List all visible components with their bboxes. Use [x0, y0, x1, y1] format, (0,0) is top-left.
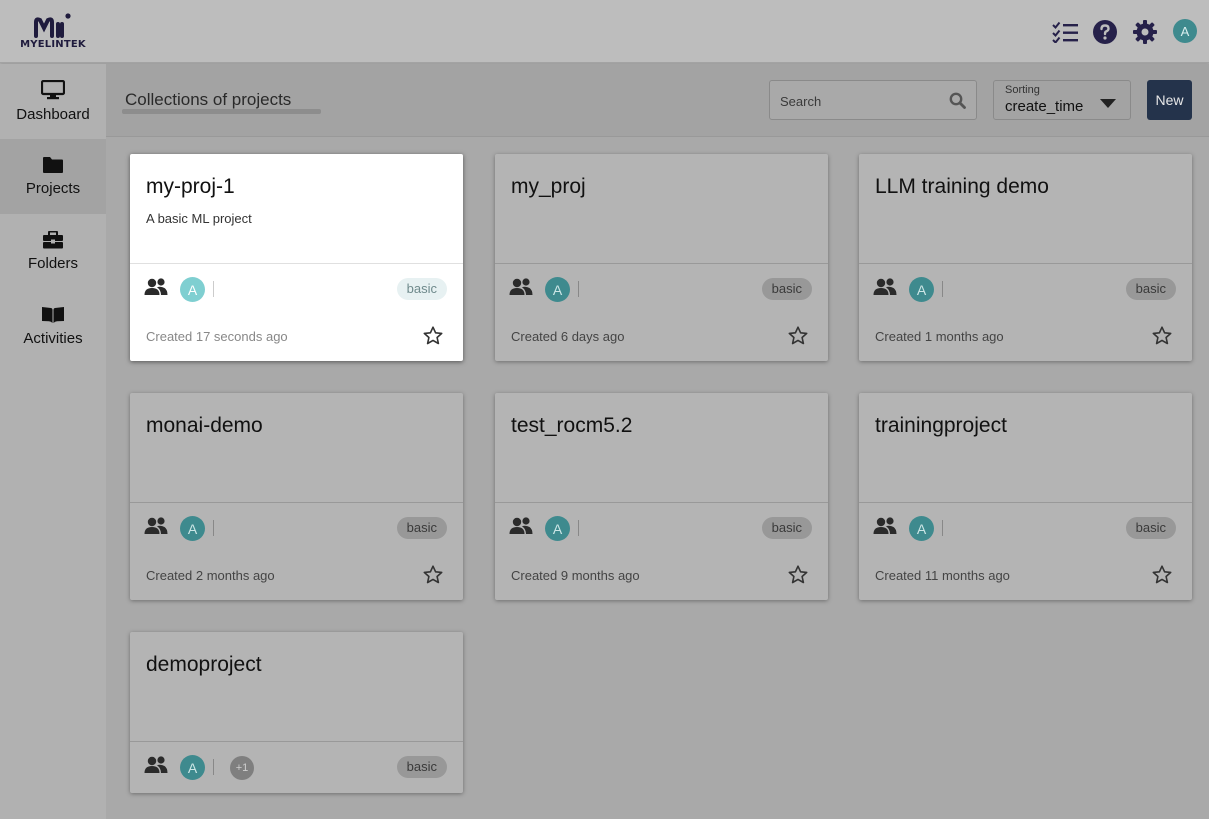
divider — [578, 281, 579, 297]
new-project-button[interactable]: New — [1147, 80, 1192, 120]
settings-icon[interactable] — [1132, 19, 1158, 45]
sidebar-item-projects[interactable]: Projects — [0, 139, 106, 214]
sidebar-item-label: Activities — [23, 330, 83, 347]
project-card[interactable]: my_proj Abasic Created 6 days ago — [495, 154, 828, 361]
main-content: Collections of projects Sorting create_t… — [106, 64, 1209, 819]
members-icon[interactable] — [509, 516, 533, 541]
sidebar-item-label: Folders — [27, 255, 79, 272]
member-avatar[interactable]: A — [180, 277, 205, 302]
project-card[interactable]: demoproject A +1 basic — [130, 632, 463, 793]
star-icon[interactable] — [788, 326, 808, 350]
sidebar-item-label: Dashboard — [16, 106, 90, 123]
card-header: LLM training demo — [859, 154, 1192, 264]
project-card[interactable]: trainingproject Abasic Created 11 months a… — [859, 393, 1192, 600]
project-type-badge: basic — [761, 278, 812, 300]
extra-members-badge[interactable]: +1 — [230, 756, 254, 780]
member-avatar[interactable]: A — [180, 755, 205, 780]
toolbox-icon — [43, 231, 63, 249]
myelintek-logo[interactable]: MYELINTEK — [18, 12, 88, 52]
book-icon — [42, 307, 64, 323]
created-time: Created 17 seconds ago — [146, 329, 288, 344]
sort-value: create_time — [1005, 98, 1084, 115]
project-card[interactable]: my-proj-1 A basic ML project Abasic Created… — [130, 154, 463, 361]
members-icon[interactable] — [144, 755, 168, 780]
search-input[interactable] — [780, 91, 940, 111]
members-icon[interactable] — [144, 516, 168, 541]
members-icon[interactable] — [873, 277, 897, 302]
project-card[interactable]: test_rocm5.2 Abasic Created 9 months ago — [495, 393, 828, 600]
project-title[interactable]: test_rocm5.2 — [511, 414, 632, 438]
members-icon[interactable] — [509, 277, 533, 302]
divider — [213, 281, 214, 297]
project-type-badge: basic — [396, 517, 447, 539]
title-underline — [122, 109, 321, 114]
project-card[interactable]: LLM training demo Abasic Created 1 months … — [859, 154, 1192, 361]
page-toolbar: Collections of projects Sorting create_t… — [106, 64, 1209, 137]
sort-label: Sorting — [1005, 84, 1040, 96]
folder-icon — [43, 157, 63, 173]
sidebar-item-label: Projects — [25, 180, 81, 197]
created-time: Created 11 months ago — [875, 568, 1010, 583]
project-title[interactable]: monai-demo — [146, 414, 263, 438]
tasks-icon[interactable] — [1052, 19, 1078, 45]
card-header: demoproject — [130, 632, 463, 742]
project-type-badge: basic — [1125, 517, 1176, 539]
logo-text: MYELINTEK — [20, 39, 86, 50]
project-title[interactable]: my-proj-1 — [146, 175, 235, 199]
member-avatar[interactable]: A — [909, 277, 934, 302]
card-header: my_proj — [495, 154, 828, 264]
project-type-badge: basic — [761, 517, 812, 539]
project-description: A basic ML project — [146, 211, 252, 226]
created-time: Created 6 days ago — [511, 329, 625, 344]
members-icon[interactable] — [873, 516, 897, 541]
sidebar-item-dashboard[interactable]: Dashboard — [0, 64, 106, 139]
sidebar-item-folders[interactable]: Folders — [0, 214, 106, 289]
member-avatar[interactable]: A — [180, 516, 205, 541]
user-avatar[interactable]: A — [1173, 19, 1197, 43]
project-card[interactable]: monai-demo Abasic Created 2 months ago — [130, 393, 463, 600]
member-avatar[interactable]: A — [545, 516, 570, 541]
divider — [213, 520, 214, 536]
top-header: MYELINTEK A — [0, 0, 1209, 63]
created-time: Created 1 months ago — [875, 329, 1004, 344]
card-header: test_rocm5.2 — [495, 393, 828, 503]
project-title[interactable]: trainingproject — [875, 414, 1007, 438]
sort-select[interactable]: Sorting create_time — [993, 80, 1131, 120]
project-title[interactable]: demoproject — [146, 653, 262, 677]
star-icon[interactable] — [423, 565, 443, 589]
project-type-badge: basic — [396, 278, 447, 300]
project-type-badge: basic — [396, 756, 447, 778]
search-box[interactable] — [769, 80, 977, 120]
star-icon[interactable] — [1152, 565, 1172, 589]
chevron-down-icon — [1100, 96, 1116, 114]
project-title[interactable]: LLM training demo — [875, 175, 1049, 199]
project-title[interactable]: my_proj — [511, 175, 586, 199]
member-avatar[interactable]: A — [909, 516, 934, 541]
divider — [942, 520, 943, 536]
card-header: monai-demo — [130, 393, 463, 503]
card-header: my-proj-1 A basic ML project — [130, 154, 463, 264]
created-time: Created 2 months ago — [146, 568, 275, 583]
page-title: Collections of projects — [125, 90, 292, 109]
star-icon[interactable] — [788, 565, 808, 589]
sidebar-item-activities[interactable]: Activities — [0, 289, 106, 364]
help-icon[interactable] — [1092, 19, 1118, 45]
divider — [213, 759, 214, 775]
star-icon[interactable] — [1152, 326, 1172, 350]
card-header: trainingproject — [859, 393, 1192, 503]
created-time: Created 9 months ago — [511, 568, 640, 583]
monitor-icon — [41, 80, 65, 100]
search-icon[interactable] — [949, 92, 966, 114]
star-icon[interactable] — [423, 326, 443, 350]
divider — [942, 281, 943, 297]
sidebar: Dashboard Projects Folders Activities — [0, 64, 106, 819]
project-type-badge: basic — [1125, 278, 1176, 300]
member-avatar[interactable]: A — [545, 277, 570, 302]
divider — [578, 520, 579, 536]
members-icon[interactable] — [144, 277, 168, 302]
